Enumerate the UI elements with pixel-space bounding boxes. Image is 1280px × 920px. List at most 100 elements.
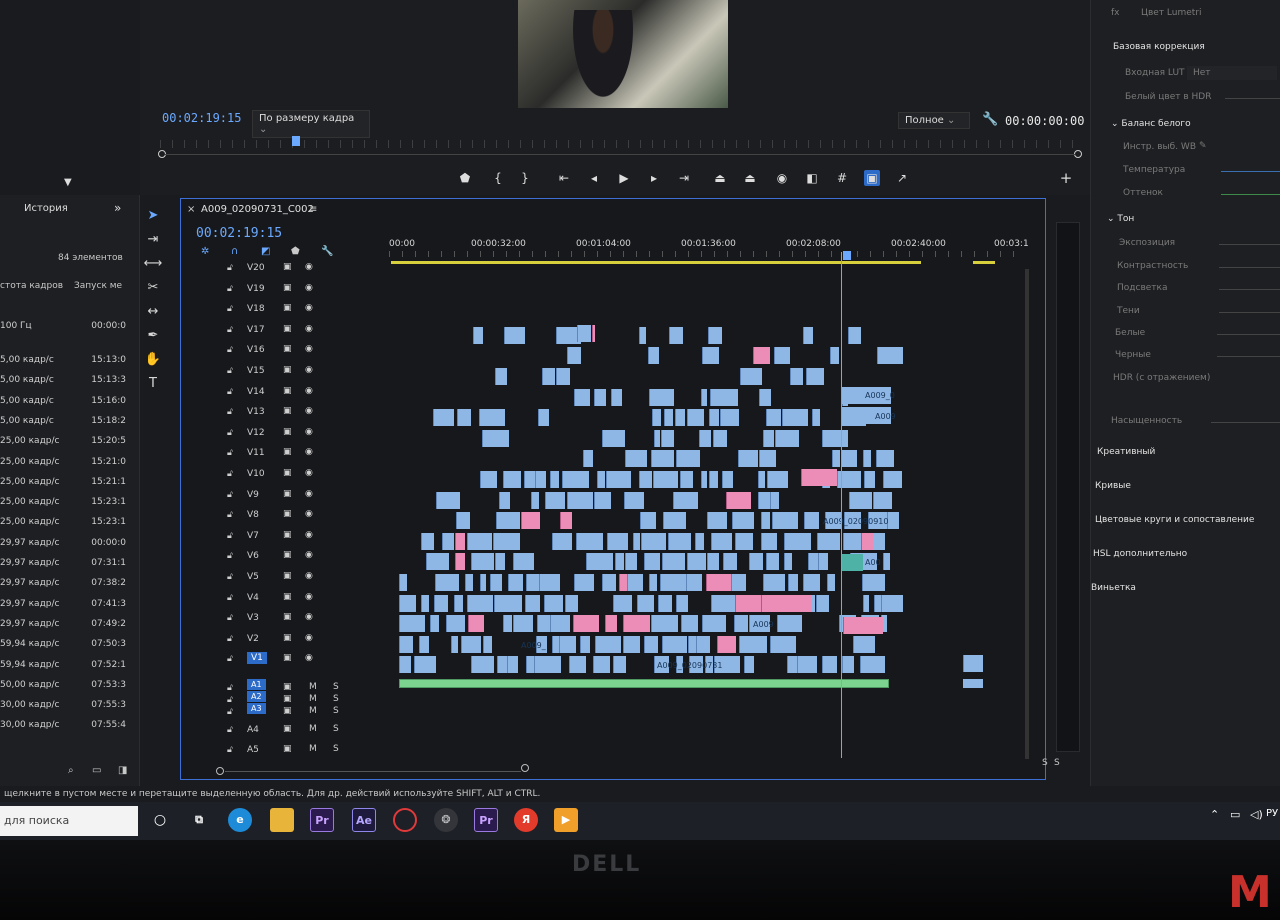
- timeline-clip[interactable]: [826, 574, 836, 591]
- timeline-clip[interactable]: [707, 553, 720, 571]
- timeline-clip[interactable]: [414, 656, 437, 674]
- timeline-clip[interactable]: [748, 553, 763, 571]
- timeline-clip[interactable]: [722, 553, 738, 571]
- timeline-clip[interactable]: [812, 409, 820, 427]
- highlights-slider[interactable]: [1219, 289, 1280, 290]
- premiere-icon-2[interactable]: Pr: [474, 808, 498, 832]
- timeline-clip[interactable]: [579, 635, 591, 653]
- timeline-clip[interactable]: [507, 656, 519, 674]
- vignette-section[interactable]: Виньетка: [1091, 583, 1136, 593]
- opera-icon[interactable]: [393, 808, 417, 832]
- timeline-clip[interactable]: [882, 471, 902, 488]
- timeline-clip[interactable]: [433, 409, 454, 427]
- timeline-clip[interactable]: [420, 594, 429, 612]
- mark-out-icon[interactable]: }: [517, 170, 533, 186]
- timeline-clip[interactable]: [504, 326, 525, 344]
- filter-icon[interactable]: ▼: [64, 177, 72, 188]
- program-timecode[interactable]: 00:02:19:15: [162, 111, 241, 125]
- timeline-clip[interactable]: [860, 656, 886, 674]
- timeline-clip[interactable]: [568, 656, 586, 674]
- timeline-clip[interactable]: [712, 429, 728, 447]
- saturation-slider[interactable]: [1211, 422, 1280, 423]
- timeline-clip[interactable]: [686, 409, 704, 427]
- wrench-icon[interactable]: 🔧: [982, 112, 998, 127]
- timeline-clip[interactable]: [490, 574, 502, 591]
- timeline-clip[interactable]: [698, 429, 712, 447]
- hsl-section[interactable]: HSL дополнительно: [1093, 549, 1187, 559]
- timeline-clip[interactable]: [840, 450, 857, 468]
- timeline-clip[interactable]: [441, 532, 455, 550]
- timeline-clip[interactable]: [585, 553, 614, 571]
- color-wheels-section[interactable]: Цветовые круги и сопоставление: [1095, 515, 1254, 525]
- timeline-clip[interactable]: [566, 347, 582, 365]
- timeline-clip[interactable]: [881, 594, 904, 612]
- timeline-clip[interactable]: [498, 491, 510, 509]
- project-item-row[interactable]: 100 Гц 00:00:0: [0, 321, 130, 341]
- taskbar-search[interactable]: для поиска: [0, 806, 138, 836]
- timeline-clip[interactable]: [399, 594, 416, 612]
- timeline-clip[interactable]: [876, 347, 903, 365]
- timeline-clip[interactable]: [493, 532, 520, 550]
- timeline-clip[interactable]: [649, 388, 674, 406]
- timeline-clip[interactable]: [564, 594, 579, 612]
- project-item-row[interactable]: 29,97 кадр/с 07:31:1: [0, 558, 130, 578]
- timeline-clip[interactable]: [551, 532, 572, 550]
- timeline-clip[interactable]: [605, 471, 632, 488]
- vr-icon[interactable]: ▣: [864, 170, 880, 186]
- vertical-scrollbar[interactable]: [1025, 269, 1029, 759]
- timeline-clip[interactable]: [399, 635, 414, 653]
- timeline-clip[interactable]: [596, 471, 606, 488]
- timeline-clip[interactable]: [661, 429, 675, 447]
- timeline-clip[interactable]: [696, 635, 711, 653]
- timeline-clip[interactable]: [733, 615, 749, 633]
- clip-area[interactable]: A009_0 A009 A009_02090910 A00 A009 A009_ A009_…: [181, 199, 1047, 779]
- temperature-slider[interactable]: [1221, 171, 1280, 172]
- timeline-clip[interactable]: [494, 594, 522, 612]
- project-item-row[interactable]: 30,00 кадр/с 07:55:4: [0, 720, 130, 740]
- timeline-clip[interactable]: [595, 635, 622, 653]
- timeline-clip[interactable]: [483, 635, 492, 653]
- timeline-clip[interactable]: [843, 617, 883, 634]
- timeline-clip[interactable]: [709, 388, 738, 406]
- exposure-slider[interactable]: [1219, 244, 1280, 245]
- timeline-clip[interactable]: [465, 574, 473, 591]
- timeline-clip[interactable]: [430, 615, 439, 633]
- timeline-clip[interactable]: [538, 409, 549, 427]
- project-item-row[interactable]: 29,97 кадр/с 07:49:2: [0, 619, 130, 639]
- program-playhead-handle[interactable]: [292, 136, 300, 146]
- input-lut-dropdown[interactable]: Нет: [1187, 66, 1277, 80]
- horizontal-scrollbar[interactable]: [225, 771, 521, 772]
- timeline-clip[interactable]: [601, 574, 616, 591]
- timeline-clip[interactable]: [513, 615, 534, 633]
- timeline-clip[interactable]: [663, 512, 686, 530]
- timeline-clip[interactable]: [675, 594, 689, 612]
- creative-section[interactable]: Креативный: [1097, 447, 1155, 457]
- playhead-handle[interactable]: [843, 251, 851, 260]
- timeline-clip[interactable]: [544, 491, 565, 509]
- curves-section[interactable]: Кривые: [1095, 481, 1131, 491]
- timeline-clip[interactable]: [445, 615, 465, 633]
- timeline-clip[interactable]: [627, 574, 643, 591]
- project-item-row[interactable]: 59,94 кадр/с 07:52:1: [0, 660, 130, 680]
- project-item-row[interactable]: 5,00 кадр/с 15:18:2: [0, 416, 130, 436]
- timeline-clip[interactable]: [766, 553, 779, 571]
- timeline-clip[interactable]: [802, 326, 814, 344]
- timeline-clip[interactable]: [863, 450, 872, 468]
- zoom-handle-right[interactable]: [521, 764, 529, 772]
- explorer-icon[interactable]: [270, 808, 294, 832]
- timeline-clip[interactable]: [550, 615, 570, 633]
- timeline-clip[interactable]: [541, 368, 556, 385]
- timeline-clip[interactable]: [534, 656, 561, 674]
- timeline-clip[interactable]: [623, 491, 645, 509]
- timeline-clip[interactable]: [577, 325, 591, 342]
- go-to-in-icon[interactable]: ⇤: [556, 170, 572, 186]
- timeline-clip[interactable]: [531, 491, 539, 509]
- timeline-clip[interactable]: [652, 409, 661, 427]
- timeline-clip[interactable]: [592, 325, 595, 342]
- tab-history[interactable]: История: [24, 203, 68, 214]
- timeline-clip[interactable]: [688, 635, 697, 653]
- project-item-row[interactable]: 5,00 кадр/с 15:13:3: [0, 375, 130, 395]
- timeline-clip[interactable]: [648, 347, 660, 365]
- timeline-clip[interactable]: [674, 409, 685, 427]
- tint-slider[interactable]: [1221, 194, 1280, 195]
